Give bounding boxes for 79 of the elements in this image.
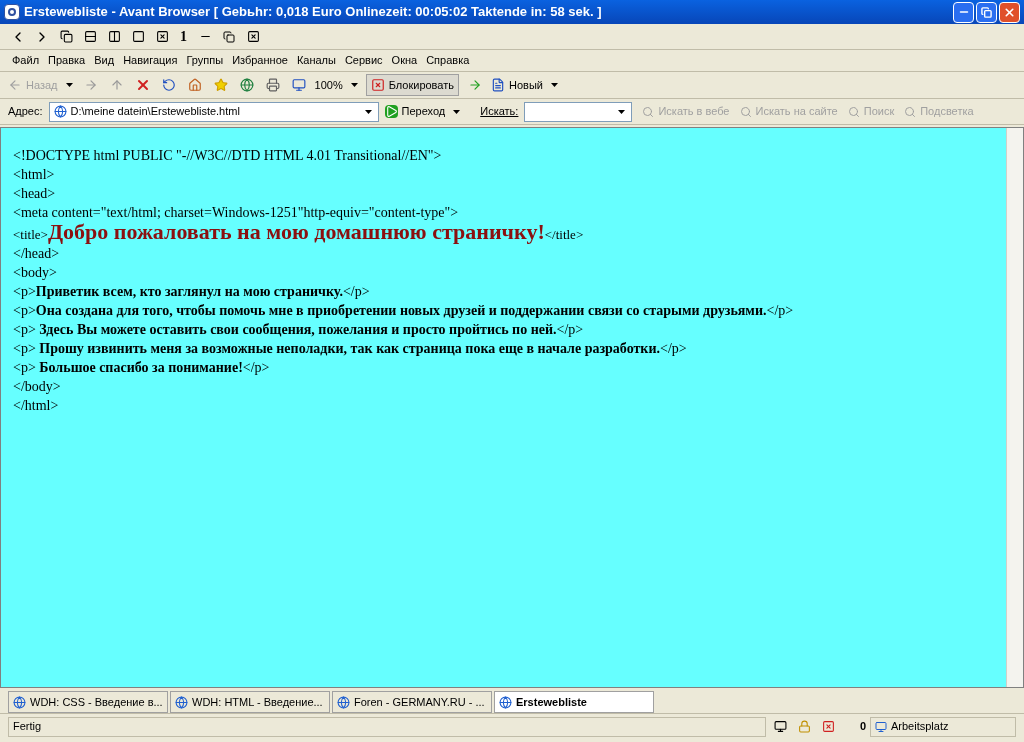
single-window-button[interactable]: 1	[176, 26, 191, 47]
close-icon	[1003, 5, 1016, 19]
zone-label: Arbeitsplatz	[870, 716, 1016, 737]
code-text: Она создана для того, чтобы помочь мне в приобретении новых друзей и поддержании связи со старыми друзьями.	[35, 302, 767, 320]
code-text: Большое спасибо за понимание!	[38, 359, 243, 377]
search-icon	[847, 105, 860, 118]
menu-item[interactable]: Окна	[391, 52, 418, 69]
restore-button[interactable]	[976, 1, 997, 23]
code-text: <body>	[13, 264, 57, 282]
globe-icon	[53, 105, 67, 118]
document-icon	[491, 78, 505, 92]
code-text: <html>	[13, 166, 55, 184]
code-text: </p>	[660, 340, 687, 358]
globe-icon	[499, 695, 512, 709]
go-button[interactable]: Переход	[384, 103, 446, 120]
code-text: <p>	[13, 340, 36, 358]
code-text: <p>	[13, 283, 36, 301]
dropdown-caret-icon[interactable]	[364, 109, 372, 114]
code-text: </p>	[556, 321, 584, 339]
menu-item[interactable]: Сервис	[344, 52, 383, 69]
address-field[interactable]: D:\meine datein\Erstewebliste.html	[48, 101, 379, 122]
block-button[interactable]: Блокировать	[365, 74, 459, 96]
window-title: Erstewebliste - Avant Browser [ Gebьhr: 0,018 Euro Onlinezeit: 00:05:02 Taktende in: 58 sek. ]	[24, 3, 602, 22]
menu-item[interactable]: Группы	[186, 52, 224, 69]
code-text: Прошу извинить меня за возможные неполадки, так как страница пока еще в начале разработки.	[38, 340, 660, 358]
code-text: Приветик всем, кто заглянул на мою страничку.	[35, 283, 343, 301]
globe-icon	[13, 695, 26, 709]
code-text: </p>	[766, 302, 794, 320]
menu-item[interactable]: Файл	[12, 52, 40, 69]
status-text: Fertig	[8, 716, 766, 737]
blocked-count: 0	[858, 719, 866, 735]
code-text: <meta content="text/html; charset=Windows-1251"http-equiv="content-type">	[13, 204, 459, 222]
menu-item[interactable]: Справка	[426, 52, 470, 69]
address-label: Адрес:	[8, 104, 43, 120]
code-text: <p>	[13, 321, 36, 339]
code-text: </p>	[342, 283, 370, 301]
computer-icon	[875, 720, 887, 733]
code-text: </body>	[13, 378, 61, 396]
code-text: Здесь Вы можете оставить свои сообщения, пожелания и просто пройтись по ней.	[38, 321, 557, 339]
new-button[interactable]: Новый	[491, 76, 543, 94]
code-text: </head>	[13, 245, 60, 263]
menu-item[interactable]: Навигация	[123, 52, 178, 69]
code-text: <title>	[13, 227, 48, 242]
code-text: </title>	[544, 227, 584, 242]
code-text: <p>	[13, 359, 36, 377]
blocked-window-icon	[370, 78, 385, 92]
code-text: </html>	[13, 397, 59, 415]
dropdown-caret-icon[interactable]	[350, 83, 358, 87]
minimize-button[interactable]	[953, 1, 974, 23]
back-arrow-icon	[8, 78, 22, 92]
search-field[interactable]	[524, 101, 633, 122]
dropdown-caret-icon[interactable]	[453, 109, 461, 114]
dropdown-caret-icon[interactable]	[618, 109, 626, 114]
zoom-button[interactable]: 100%	[314, 76, 343, 94]
search-icon	[904, 105, 917, 118]
menu-item[interactable]: Избранное	[232, 52, 288, 69]
menu-item[interactable]: Вид	[94, 52, 115, 69]
code-text: </p>	[242, 359, 270, 377]
search-label: Искать:	[480, 104, 519, 120]
search-icon	[642, 105, 655, 118]
dropdown-caret-icon[interactable]	[65, 83, 73, 87]
menu-item[interactable]: Каналы	[296, 52, 336, 69]
browser-tab[interactable]: Foren - GERMANY.RU - ...	[332, 691, 492, 713]
dropdown-caret-icon[interactable]	[550, 83, 558, 87]
browser-tab[interactable]: Erstewebliste	[494, 691, 654, 713]
globe-icon	[337, 695, 350, 709]
code-text: <p>	[13, 302, 36, 320]
restore-icon	[981, 6, 992, 18]
globe-icon	[175, 695, 188, 709]
search-icon	[739, 105, 752, 118]
app-icon	[4, 4, 20, 20]
menu-item[interactable]: Правка	[48, 52, 86, 69]
browser-tab[interactable]: WDH: CSS - Введение в...	[8, 691, 168, 713]
code-text: <head>	[13, 185, 56, 203]
code-text: <!DOCTYPE html PUBLIC "-//W3C//DTD HTML 4.01 Transitional//EN">	[13, 147, 442, 165]
play-icon	[384, 105, 398, 118]
scrollbar[interactable]	[1006, 128, 1023, 687]
browser-tab[interactable]: WDH: HTML - Введение...	[170, 691, 330, 713]
close-button[interactable]	[999, 1, 1020, 23]
